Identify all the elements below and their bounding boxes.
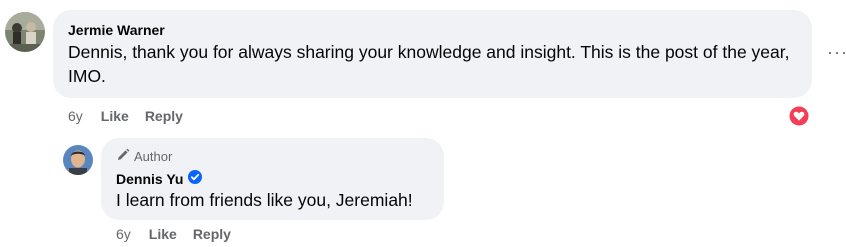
reply-text: I learn from friends like you, Jeremiah!: [116, 190, 413, 210]
commenter-avatar[interactable]: [5, 12, 45, 52]
commenter-name[interactable]: Jermie Warner: [68, 22, 165, 38]
reply-like-button[interactable]: Like: [149, 226, 177, 242]
comment-actions: 6y Like Reply: [68, 108, 183, 124]
comment-text: Dennis, thank you for always sharing you…: [68, 42, 790, 86]
heart-reaction-icon[interactable]: [788, 105, 810, 127]
comment-like-button[interactable]: Like: [101, 108, 129, 124]
comment-reply-button[interactable]: Reply: [145, 108, 183, 124]
reply-author-row: Dennis Yu: [116, 170, 203, 187]
more-options-icon[interactable]: ···: [827, 42, 846, 63]
author-badge: Author: [116, 148, 172, 165]
reply-actions: 6y Like Reply: [116, 226, 231, 242]
pencil-icon: [116, 148, 130, 165]
verified-badge-icon: [188, 170, 203, 187]
reply-author-name[interactable]: Dennis Yu: [116, 171, 183, 187]
author-badge-label: Author: [134, 149, 173, 164]
comment-timestamp[interactable]: 6y: [68, 108, 83, 124]
reply-author-avatar[interactable]: [63, 145, 93, 175]
reply-reply-button[interactable]: Reply: [193, 226, 231, 242]
reply-timestamp[interactable]: 6y: [116, 226, 131, 242]
